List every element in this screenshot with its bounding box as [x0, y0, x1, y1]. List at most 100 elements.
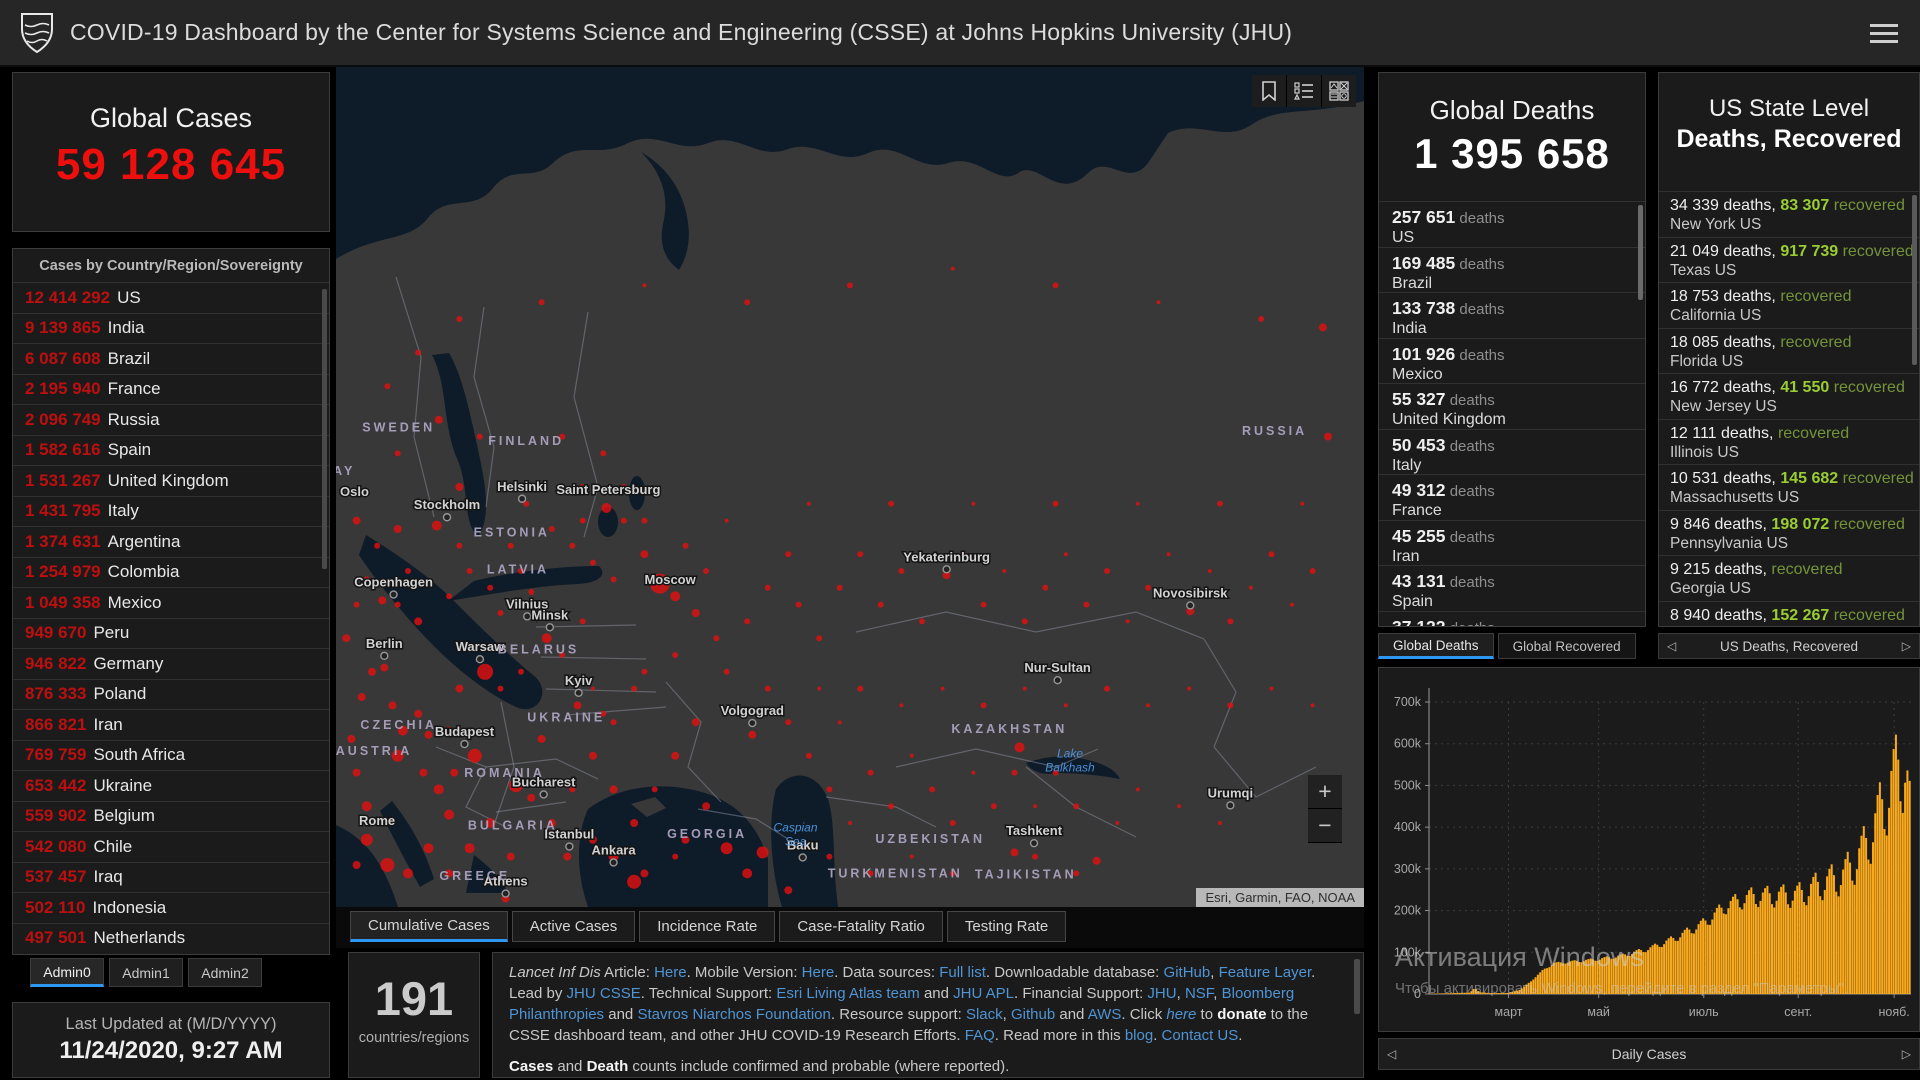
chart-bar[interactable] — [1832, 875, 1835, 994]
chart-bar[interactable] — [1686, 927, 1689, 994]
case-dot[interactable] — [497, 685, 504, 692]
chart-bar[interactable] — [1816, 881, 1819, 994]
case-dot[interactable] — [795, 601, 802, 608]
chart-bar[interactable] — [1518, 989, 1521, 994]
chart-bar[interactable] — [1697, 924, 1700, 994]
case-dot[interactable] — [980, 702, 987, 709]
case-dot[interactable] — [414, 617, 423, 626]
chart-bar[interactable] — [1559, 962, 1562, 994]
chart-bar[interactable] — [1752, 894, 1755, 994]
chart-bar[interactable] — [1674, 940, 1677, 994]
case-dot[interactable] — [1145, 584, 1152, 591]
chart-bar[interactable] — [1720, 907, 1723, 994]
case-dot[interactable] — [764, 685, 771, 692]
chart-bar[interactable] — [1575, 960, 1578, 994]
case-dot[interactable] — [374, 542, 381, 549]
chart-bar[interactable] — [1715, 907, 1718, 994]
country-case-row[interactable]: 876 333 Poland — [13, 678, 329, 710]
chart-bar[interactable] — [1823, 890, 1826, 994]
case-dot[interactable] — [980, 601, 987, 608]
chart-bar[interactable] — [1640, 950, 1643, 994]
chart-bar[interactable] — [1846, 851, 1849, 994]
case-dot[interactable] — [1052, 500, 1059, 507]
case-dot[interactable] — [702, 802, 711, 811]
chart-bar[interactable] — [1904, 782, 1907, 994]
deaths-row[interactable]: 257 651 deaths US — [1379, 201, 1645, 247]
deaths-row[interactable]: 133 738 deaths India — [1379, 292, 1645, 338]
country-case-row[interactable]: 866 821 Iran — [13, 709, 329, 740]
case-dot[interactable] — [682, 542, 689, 549]
country-case-row[interactable]: 502 110 Indonesia — [13, 892, 329, 923]
case-dot[interactable] — [487, 584, 494, 591]
case-dot[interactable] — [1166, 552, 1171, 557]
chart-bar[interactable] — [1621, 953, 1624, 994]
case-dot[interactable] — [352, 768, 361, 777]
chart-bar[interactable] — [1548, 967, 1551, 994]
chart-bar[interactable] — [1539, 972, 1542, 994]
case-dot[interactable] — [518, 668, 524, 675]
case-dot[interactable] — [352, 516, 361, 525]
chart-bar[interactable] — [1564, 963, 1567, 994]
chart-bar[interactable] — [1500, 993, 1503, 994]
case-dot[interactable] — [610, 719, 617, 726]
chart-bar[interactable] — [1906, 770, 1909, 994]
case-dot[interactable] — [630, 819, 639, 827]
case-dot[interactable] — [642, 283, 647, 288]
case-dot[interactable] — [898, 568, 905, 574]
chart-bar[interactable] — [1484, 992, 1487, 994]
country-case-row[interactable]: 1 531 267 United Kingdom — [13, 465, 329, 496]
country-case-row[interactable]: 949 670 Peru — [13, 617, 329, 649]
chart-bar[interactable] — [1727, 908, 1730, 994]
chart-bar[interactable] — [1690, 933, 1693, 994]
case-dot[interactable] — [1115, 821, 1120, 825]
chart-bar[interactable] — [1608, 957, 1611, 994]
link[interactable]: JHU — [1147, 985, 1176, 1002]
case-dot[interactable] — [579, 517, 586, 524]
chart-bar[interactable] — [1605, 956, 1608, 994]
case-dot[interactable] — [1309, 568, 1316, 574]
case-dot[interactable] — [352, 861, 361, 869]
chart-bar[interactable] — [1789, 907, 1792, 994]
link[interactable]: Feature Layer — [1219, 964, 1312, 981]
chart-bar[interactable] — [1791, 900, 1794, 994]
chart-bar[interactable] — [1658, 946, 1661, 994]
chart-bar[interactable] — [1862, 826, 1865, 994]
chart-bar[interactable] — [1633, 951, 1636, 994]
country-case-row[interactable]: 946 822 Germany — [13, 648, 329, 679]
country-case-row[interactable]: 1 254 979 Colombia — [13, 556, 329, 588]
chart-bar[interactable] — [1738, 907, 1741, 994]
chart-bar[interactable] — [1580, 962, 1583, 994]
chart-bar[interactable] — [1821, 900, 1824, 994]
case-dot[interactable] — [1187, 686, 1192, 691]
chart-bar[interactable] — [1562, 963, 1565, 994]
chart-bar[interactable] — [1718, 904, 1721, 994]
chart-bar[interactable] — [1642, 951, 1645, 994]
bookmark-icon[interactable] — [1252, 75, 1286, 107]
chart-bar[interactable] — [1858, 848, 1861, 994]
case-dot[interactable] — [785, 719, 792, 726]
case-dot[interactable] — [434, 415, 443, 424]
chart-bar[interactable] — [1688, 929, 1691, 994]
case-dot[interactable] — [378, 596, 387, 605]
chart-bar[interactable] — [1438, 993, 1441, 994]
chart-bar[interactable] — [1656, 944, 1659, 994]
chart-bar[interactable] — [1495, 993, 1498, 994]
case-dot[interactable] — [610, 576, 617, 583]
case-dot[interactable] — [784, 886, 793, 895]
case-dot[interactable] — [857, 551, 864, 558]
chart-bar[interactable] — [1814, 872, 1817, 994]
case-dot[interactable] — [724, 518, 729, 523]
case-dot[interactable] — [537, 735, 546, 743]
link[interactable]: blog — [1125, 1027, 1153, 1044]
chart-bar[interactable] — [1676, 940, 1679, 994]
chart-bar[interactable] — [1775, 900, 1778, 994]
case-dot[interactable] — [569, 542, 576, 549]
case-dot[interactable] — [507, 542, 514, 549]
chart-bar[interactable] — [1897, 759, 1900, 994]
chart-bar[interactable] — [1722, 913, 1725, 994]
case-dot[interactable] — [431, 520, 442, 531]
chart-bar[interactable] — [1883, 828, 1886, 994]
case-dot[interactable] — [1227, 702, 1234, 709]
case-dot[interactable] — [456, 542, 463, 549]
chart-bar[interactable] — [1472, 989, 1475, 994]
